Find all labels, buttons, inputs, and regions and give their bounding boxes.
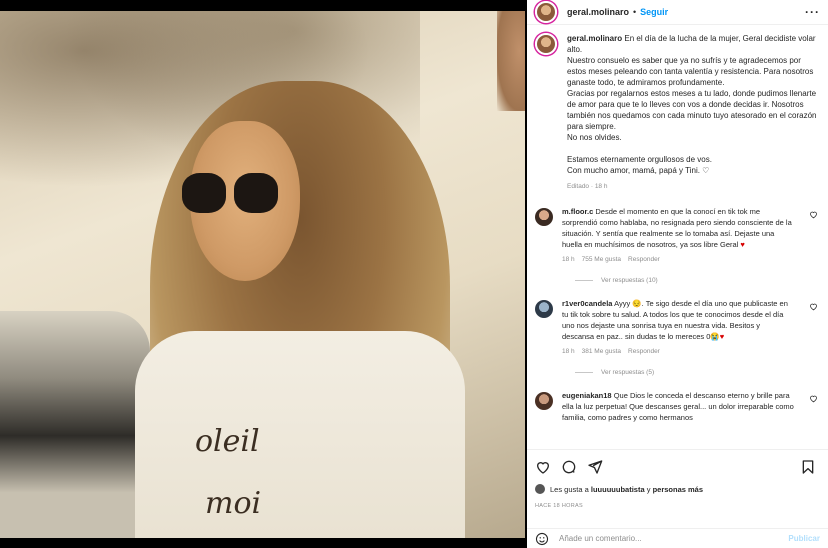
post-time-ago: HACE 18 HORAS (535, 503, 583, 509)
author-avatar[interactable] (535, 1, 557, 23)
comment-username[interactable]: m.floor.c (562, 207, 593, 216)
comment-item: r1ver0candela Ayyy 😔. Te sigo desde el d… (535, 298, 820, 357)
caption-text: En el día de la lucha de la mujer, Geral… (567, 34, 817, 175)
sunglasses (182, 173, 282, 215)
comment-input[interactable] (559, 534, 789, 543)
shirt-lettering: oleil moi (195, 411, 395, 535)
shirt-text-line1: oleil (195, 424, 260, 459)
red-heart-emoji: ♥ (740, 240, 745, 249)
comment-likes-count[interactable]: 755 Me gusta (582, 254, 621, 265)
caption-avatar[interactable] (535, 33, 557, 55)
reply-button[interactable]: Responder (628, 254, 660, 265)
post-caption: geral.molinaro En el día de la lucha de … (535, 33, 820, 192)
liked-by-and: y (646, 484, 651, 494)
header-separator: • (633, 7, 637, 17)
commenter-avatar[interactable] (535, 208, 553, 226)
share-plane-icon[interactable] (587, 459, 603, 475)
shirt-text-line2: moi (205, 486, 262, 521)
comment-time: 18 h (562, 256, 575, 263)
commenter-avatar[interactable] (535, 392, 553, 410)
liked-by-prefix: Les gusta a (550, 484, 589, 494)
side-person (497, 11, 525, 111)
comment-item: m.floor.c Desde el momento en que la con… (535, 206, 820, 265)
comment-username[interactable]: r1ver0candela (562, 299, 612, 308)
comment-bubble-icon[interactable] (561, 459, 577, 475)
post-image[interactable]: oleil moi (0, 11, 525, 538)
post-side-panel: geral.molinaro • Seguir ··· geral.molina… (527, 0, 828, 548)
publish-button[interactable]: Publicar (788, 534, 820, 543)
more-options-icon[interactable]: ··· (805, 5, 820, 19)
comments-list[interactable]: geral.molinaro En el día de la lucha de … (527, 25, 828, 448)
view-replies-button[interactable]: Ver respuestas (5) (575, 369, 820, 376)
comment-item: eugeniakan18 Que Dios le conceda el desc… (535, 390, 820, 423)
liker-avatar (535, 484, 545, 494)
add-comment-bar: Publicar (527, 528, 828, 548)
comment-text: Desde el momento en que la conocí en tik… (562, 207, 792, 249)
view-replies-button[interactable]: Ver respuestas (10) (575, 277, 820, 284)
commenter-avatar[interactable] (535, 300, 553, 318)
liked-by-row: Les gusta a luuuuuubatista y personas má… (535, 484, 820, 494)
liked-by-user[interactable]: luuuuuubatista (591, 485, 645, 494)
comment-likes-count[interactable]: 381 Me gusta (582, 346, 621, 357)
post-header: geral.molinaro • Seguir ··· (527, 0, 828, 25)
car-background (0, 311, 150, 538)
emoji-group: 😭♥ (710, 332, 725, 341)
caption-username[interactable]: geral.molinaro (567, 34, 622, 43)
heart-icon[interactable] (809, 394, 818, 403)
heart-icon[interactable] (809, 210, 818, 219)
heart-icon[interactable] (809, 302, 818, 311)
reply-button[interactable]: Responder (628, 346, 660, 357)
comment-username[interactable]: eugeniakan18 (562, 391, 612, 400)
emoji-icon[interactable] (535, 532, 549, 546)
like-heart-icon[interactable] (535, 459, 551, 475)
follow-button[interactable]: Seguir (640, 7, 668, 17)
bookmark-icon[interactable] (800, 459, 816, 475)
caption-meta: Editado · 18 h (567, 183, 608, 190)
author-username[interactable]: geral.molinaro (567, 7, 629, 17)
post-actions: Les gusta a luuuuuubatista y personas má… (527, 449, 828, 509)
liked-by-others[interactable]: personas más (653, 485, 703, 494)
comment-time: 18 h (562, 348, 575, 355)
